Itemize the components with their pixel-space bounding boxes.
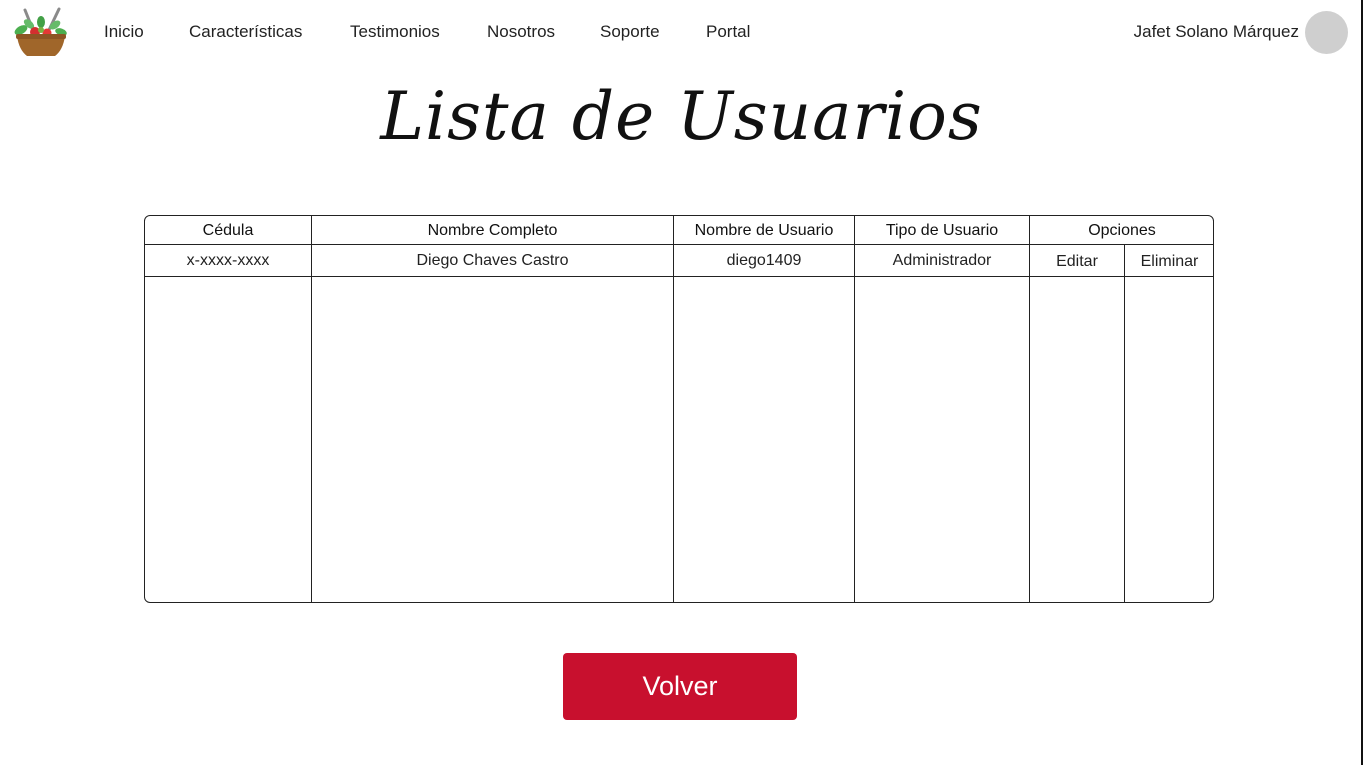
user-avatar[interactable] [1305, 11, 1348, 54]
cell-cedula: x-xxxx-xxxx [186, 252, 270, 269]
options-divider [1124, 245, 1125, 602]
nav-item-inicio[interactable]: Inicio [104, 22, 144, 42]
user-name[interactable]: Jafet Solano Márquez [1134, 22, 1299, 42]
nav-item-testimonios[interactable]: Testimonios [350, 22, 440, 42]
header-nombre-completo: Nombre Completo [427, 222, 558, 239]
cell-tipo-usuario: Administrador [892, 252, 992, 269]
row-divider [145, 276, 1213, 277]
header-divider [145, 244, 1213, 245]
nav-item-soporte[interactable]: Soporte [600, 22, 660, 42]
back-button[interactable]: Volver [563, 653, 797, 720]
edit-button[interactable]: Editar [1030, 251, 1124, 275]
cell-nombre-completo: Diego Chaves Castro [416, 252, 569, 269]
nav-item-portal[interactable]: Portal [706, 22, 750, 42]
header-cedula: Cédula [202, 222, 254, 239]
users-table: Cédula Nombre Completo Nombre de Usuario… [144, 215, 1214, 603]
delete-button[interactable]: Eliminar [1125, 251, 1213, 275]
header-tipo-usuario: Tipo de Usuario [885, 222, 999, 239]
salad-basket-logo-icon[interactable] [11, 6, 69, 62]
page-title: Lista de Usuarios [380, 78, 983, 155]
header-nombre-usuario: Nombre de Usuario [694, 222, 834, 239]
nav-item-caracteristicas[interactable]: Características [189, 22, 302, 42]
cell-nombre-usuario: diego1409 [726, 252, 802, 269]
header-opciones: Opciones [1088, 222, 1156, 239]
nav-item-nosotros[interactable]: Nosotros [487, 22, 555, 42]
